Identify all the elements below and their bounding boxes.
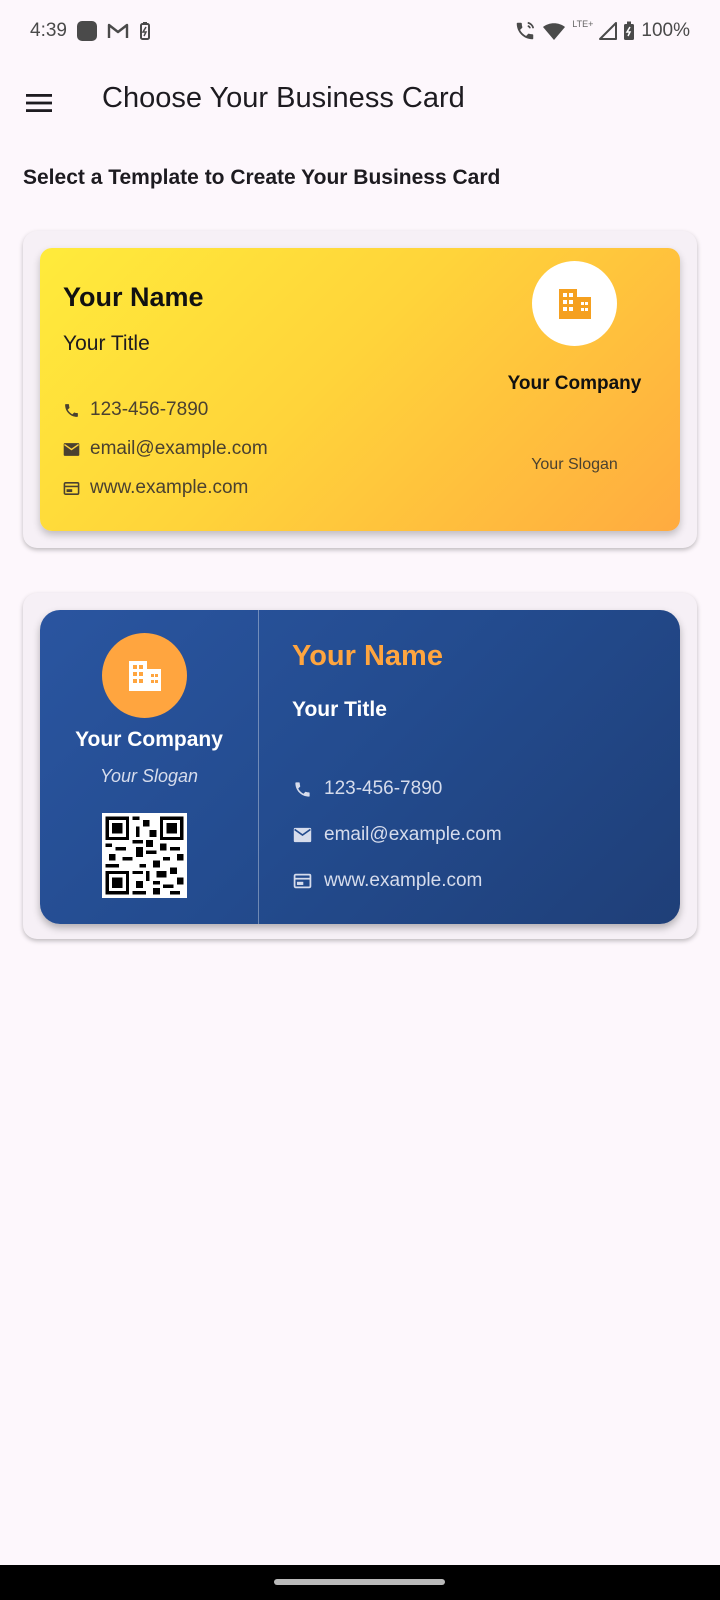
app-notification-icon <box>76 21 97 41</box>
card-company: Your Company <box>75 728 223 751</box>
business-card-preview: Your Name Your Title 123-456-7890 email@… <box>40 248 680 531</box>
card-divider <box>258 610 259 924</box>
card-email-row: email@example.com <box>63 438 268 460</box>
status-right: LTE+ 100% <box>514 19 690 42</box>
home-gesture-handle[interactable] <box>274 1579 445 1585</box>
web-icon <box>292 871 312 891</box>
menu-icon <box>26 94 52 112</box>
section-subtitle: Select a Template to Create Your Busines… <box>23 166 501 189</box>
card-email: email@example.com <box>324 824 502 845</box>
wifi-icon <box>542 21 566 41</box>
signal-icon <box>599 22 618 40</box>
card-phone: 123-456-7890 <box>324 778 443 799</box>
card-phone-row: 123-456-7890 <box>63 399 208 421</box>
card-slogan: Your Slogan <box>531 456 618 473</box>
email-icon <box>292 825 312 845</box>
card-company: Your Company <box>507 373 642 394</box>
wifi-calling-icon <box>514 20 536 42</box>
qr-code-icon <box>102 813 187 898</box>
card-email: email@example.com <box>90 438 268 459</box>
building-icon <box>128 660 161 691</box>
card-phone: 123-456-7890 <box>90 399 209 420</box>
status-left: 4:39 <box>30 20 151 42</box>
card-website: www.example.com <box>324 870 483 891</box>
phone-icon <box>63 402 80 419</box>
card-website: www.example.com <box>90 477 249 498</box>
card-website-row: www.example.com <box>63 477 248 499</box>
phone-icon <box>292 779 312 799</box>
card-title: Your Title <box>63 332 150 355</box>
card-phone-row: 123-456-7890 <box>292 778 442 800</box>
gmail-icon <box>107 22 129 40</box>
system-nav-bar <box>0 1565 720 1600</box>
building-icon <box>558 288 591 319</box>
page-title: Choose Your Business Card <box>102 82 465 114</box>
card-title: Your Title <box>292 698 387 721</box>
network-type-label: LTE+ <box>572 19 594 29</box>
email-icon <box>63 441 80 458</box>
template-card-yellow[interactable]: Your Name Your Title 123-456-7890 email@… <box>23 231 697 548</box>
business-card-preview: Your Company Your Slogan Your Name Your … <box>40 610 680 924</box>
card-slogan: Your Slogan <box>99 766 199 786</box>
status-bar: 4:39 LTE+ 100% <box>0 0 720 62</box>
app-bar: Choose Your Business Card <box>0 62 720 142</box>
card-email-row: email@example.com <box>292 824 502 846</box>
status-time: 4:39 <box>30 20 67 41</box>
menu-button[interactable] <box>22 86 56 120</box>
template-card-blue[interactable]: Your Company Your Slogan Your Name Your … <box>23 593 697 939</box>
battery-icon <box>623 21 635 41</box>
card-name: Your Name <box>63 282 204 312</box>
battery-percentage: 100% <box>641 20 690 41</box>
card-name: Your Name <box>292 640 443 672</box>
battery-saver-icon <box>139 21 151 41</box>
company-logo <box>532 261 617 346</box>
web-icon <box>63 480 80 497</box>
company-logo <box>102 633 187 718</box>
card-website-row: www.example.com <box>292 870 482 892</box>
